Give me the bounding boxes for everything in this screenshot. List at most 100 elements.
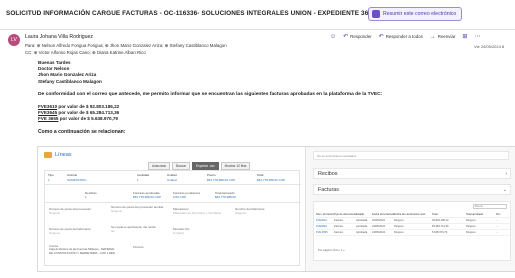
email-header: LV Laura Johana Villa Rodriguez Para: ⊕ …: [0, 31, 515, 61]
cell: SUMINISTRO...: [67, 178, 89, 182]
detail-field: Número de pieza del fabricante Ninguno: [49, 227, 109, 235]
forward-icon: →: [429, 33, 436, 40]
cell: 0,00 COP: [173, 195, 187, 199]
email-body: Buenas Tardes Doctor Nelson Jhon Mario G…: [38, 60, 508, 135]
chevron-down-icon: ⌄: [502, 187, 507, 193]
avatar[interactable]: LV: [8, 34, 20, 46]
more-button[interactable]: ⋯: [474, 33, 480, 40]
cell: Unidad: [167, 178, 177, 182]
reply-all-label: Responder a todos: [385, 34, 423, 39]
cell: Ninguno: [466, 219, 476, 222]
summary-values: 1 $52.778.988,00 COP 0,00 COP $52.778.98…: [45, 195, 301, 199]
cell: $52.778.988,00 COP: [257, 178, 286, 182]
forward-label: Reenviar: [437, 34, 456, 39]
col-header: Núm. de factura: [316, 213, 334, 216]
advanced-button: Avanzado: [148, 162, 171, 170]
rows-select: Mostrar 10 filas: [220, 162, 251, 170]
smiley-icon: ☺: [330, 33, 337, 40]
apps-button[interactable]: ⊞: [462, 33, 467, 40]
cell: Ninguno: [466, 225, 476, 228]
reply-button[interactable]: ↶ Responder: [343, 33, 372, 40]
col-header: Total aprobado: [466, 213, 484, 216]
cell: $52.778.988,00: [215, 195, 236, 199]
detail-field: Marca/serie Materiales de Ferretería y To…: [173, 207, 233, 215]
invoice-amount: por valor de $ 65.284.713,36: [57, 110, 120, 116]
cc-recipients[interactable]: CC: ⊕ Victor Alfonso Rojas Cano; ⊕ Diana…: [25, 50, 146, 56]
copilot-icon: [372, 10, 380, 18]
to-recipients[interactable]: Para: ⊕ Nelson Alfredo Forigua Forigua; …: [25, 43, 227, 49]
cell: Aprobada: [356, 219, 368, 222]
more-icon: ⋯: [474, 34, 481, 40]
cell: 24/05/2024: [372, 231, 385, 234]
invoices-grid: Núm. de factura Tipo de documento Estado…: [316, 212, 510, 236]
col-header: Total: [432, 213, 438, 216]
section-facturas: Facturas ⌄: [313, 184, 511, 195]
invoice-amount: por valor de $ 5.638.970,79: [58, 116, 118, 122]
col-header: Cantidad: [137, 173, 150, 177]
pagination: Por página 10 ▾ « 1 »: [318, 248, 345, 252]
cell: 1: [48, 178, 50, 182]
grid-header: Tipo Artículo Cantidad Unidad Precio Tot…: [45, 173, 301, 177]
section-title: Facturas: [318, 187, 339, 193]
cell: ...: [496, 231, 499, 234]
reply-all-icon: ↶: [378, 34, 384, 40]
invoices-pane: No se encontraron resultados Recibos › F…: [307, 147, 515, 271]
field-value: Ninguno: [49, 231, 61, 235]
cell: 65.284.713,36: [432, 225, 449, 228]
intro-paragraph: De conformidad con el correo que anteced…: [38, 91, 383, 97]
detail-field: Número de pieza del proveedor auxiliar Ni…: [111, 205, 171, 213]
lineas-toolbar: Avanzado Buscar Exportar .csv Mostrar 10…: [148, 162, 251, 170]
col-header: Fecha de la factura: [372, 213, 394, 216]
export-button: Exportar .csv: [192, 162, 219, 170]
lineas-icon: [44, 152, 52, 158]
chevron-right-icon: ›: [505, 171, 507, 177]
cell: FVE 3655: [316, 231, 328, 234]
subject-bar: SOLICITUD INFORMACIÓN CARGUE FACTURAS - …: [0, 0, 515, 30]
field-value: Materiales de Ferretería y Tornillería: [173, 211, 222, 215]
invoices-table: Buscar Núm. de factura Tipo de documento…: [313, 201, 511, 261]
lineas-title: Líneas: [55, 152, 72, 158]
message-actions: ☺ ↶ Responder ↶ Responder a todos → Reenvia…: [330, 33, 480, 41]
cell: Ninguno: [466, 231, 476, 234]
field-label: Período: [133, 245, 144, 249]
detail-field: Moneda (%) 0 (Jetel): [173, 227, 233, 235]
col-header: Total: [257, 173, 264, 177]
sender-name[interactable]: Laura Johana Villa Rodriguez: [25, 34, 93, 40]
col-header: Tipo de documento: [334, 213, 356, 216]
col-header: Sin...: [496, 213, 502, 216]
cell: ...: [496, 219, 499, 222]
summarize-button[interactable]: Resumir este correo electrónico: [368, 7, 463, 21]
cell: FVE3645: [316, 225, 327, 228]
cell: 1: [137, 178, 139, 182]
email-subject: SOLICITUD INFORMACIÓN CARGUE FACTURAS - …: [6, 10, 369, 17]
detail-field: Número de pieza del proveedor Ninguno: [49, 207, 109, 215]
reply-icon: ↶: [343, 34, 349, 40]
cell: Factura: [334, 219, 343, 222]
summarize-label: Resumir este correo electrónico: [383, 11, 457, 17]
cell: 92.803.186,22: [432, 219, 449, 222]
divider: [45, 202, 301, 203]
field-value: No: [111, 229, 115, 233]
reply-all-button[interactable]: ↶ Responder a todos: [379, 33, 423, 40]
greeting-line: Stefany Castiblanco Malagon: [38, 78, 102, 84]
cell: 24/05/2024: [372, 225, 385, 228]
emoji-reaction-button[interactable]: ☺: [330, 34, 336, 40]
detail-field: Cuenta Caja de Retiros de las Fuerzas Mil…: [49, 244, 119, 255]
cell: Factura: [334, 225, 343, 228]
received-date: Vie 24/05/2024 8: [474, 44, 505, 49]
cell: 22/05/2024: [372, 219, 385, 222]
cell: $52.778.988,00 COP: [133, 195, 162, 199]
field-value: Ninguno: [111, 209, 123, 213]
section-recibos: Recibos ›: [313, 168, 511, 179]
cell: 5.638.970,79: [432, 231, 448, 234]
divider: [45, 184, 301, 185]
cell: ...: [496, 225, 499, 228]
cell: Factura: [334, 231, 343, 234]
invoice-list: FVE3610 por valor de $ 92.803.186,22 FVE…: [38, 104, 508, 123]
forward-button[interactable]: → Reenviar: [430, 34, 456, 40]
apps-icon: ⊞: [462, 34, 468, 40]
cell: 1: [85, 195, 87, 199]
invoice-item: FVE 3655 por valor de $ 5.638.970,79: [38, 116, 508, 122]
invoice-amount: por valor de $ 92.803.186,22: [57, 103, 120, 109]
col-header: Tipo: [48, 173, 54, 177]
